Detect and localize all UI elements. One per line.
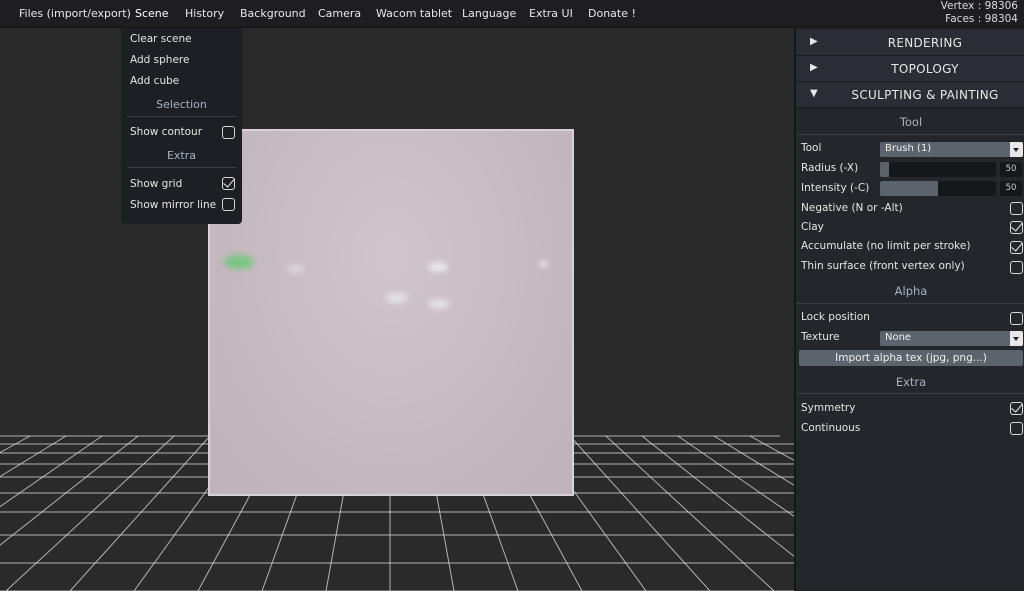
3d-viewport[interactable] — [0, 28, 794, 591]
menu-extra-ui[interactable]: Extra UI — [529, 0, 573, 27]
selection-header: Selection — [156, 98, 207, 111]
grid-line — [5, 435, 175, 591]
divider — [796, 303, 1024, 304]
grid-line — [641, 435, 794, 557]
expand-arrow-icon: ▶ — [810, 62, 818, 73]
grid-line — [677, 435, 794, 517]
symmetry-checkbox[interactable] — [1010, 402, 1023, 415]
texture-label: Texture — [801, 331, 840, 343]
extra-header: Extra — [166, 149, 197, 162]
lock-position-label: Lock position — [801, 311, 870, 323]
rendering-section-header[interactable]: ▶ RENDERING — [796, 30, 1024, 56]
negative-label: Negative (N or -Alt) — [801, 202, 903, 214]
tool-label: Tool — [801, 142, 822, 154]
menu-camera[interactable]: Camera — [318, 0, 361, 27]
topology-title: TOPOLOGY — [891, 62, 959, 76]
accumulate-checkbox[interactable] — [1010, 241, 1023, 254]
cube-surface — [210, 131, 572, 494]
grid-line — [605, 435, 775, 591]
menu-background[interactable]: Background — [240, 0, 306, 27]
paint-stroke-green — [224, 255, 254, 269]
intensity-label: Intensity (-C) — [801, 182, 870, 194]
menu-wacom-tablet[interactable]: Wacom tablet — [376, 0, 452, 27]
intensity-slider-fill — [880, 181, 938, 196]
alpha-header: Alpha — [894, 284, 928, 298]
menu-donate[interactable]: Donate ! — [588, 0, 636, 27]
vertex-count: Vertex : 98306 — [940, 0, 1018, 12]
sculpting-section-header[interactable]: ▼ SCULPTING & PAINTING — [796, 82, 1024, 108]
cube-mesh[interactable] — [208, 129, 574, 496]
radius-value[interactable]: 50 — [1000, 162, 1022, 177]
paint-highlight — [386, 293, 408, 303]
negative-checkbox[interactable] — [1010, 202, 1023, 215]
show-mirror-line-checkbox[interactable] — [222, 198, 235, 211]
symmetry-label: Symmetry — [801, 402, 856, 414]
paint-highlight — [428, 299, 450, 309]
thin-surface-checkbox[interactable] — [1010, 261, 1023, 274]
menu-files[interactable]: Files (import/export) — [19, 0, 131, 27]
show-grid-label: Show grid — [130, 178, 183, 190]
scene-dropdown-menu: Clear scene Add sphere Add cube Selectio… — [121, 28, 242, 224]
rendering-title: RENDERING — [887, 36, 963, 50]
grid-line — [0, 435, 67, 478]
divider — [127, 116, 236, 117]
tool-select[interactable]: Brush (1) — [880, 142, 1023, 157]
show-mirror-line-label: Show mirror line — [130, 199, 217, 211]
collapse-arrow-icon: ▼ — [810, 88, 818, 99]
menu-scene[interactable]: Scene — [135, 0, 169, 27]
paint-highlight — [286, 264, 304, 274]
sculpting-title: SCULPTING & PAINTING — [851, 88, 999, 102]
intensity-value[interactable]: 50 — [1000, 181, 1022, 196]
thin-surface-label: Thin surface (front vertex only) — [801, 260, 965, 272]
grid-line — [569, 435, 711, 591]
grid-line — [69, 435, 211, 591]
radius-slider[interactable] — [880, 162, 996, 177]
expand-arrow-icon: ▶ — [810, 36, 818, 47]
sculptgl-app: Files (import/export) Scene History Back… — [0, 0, 1024, 591]
texture-select-value: None — [885, 332, 912, 343]
topology-section-header[interactable]: ▶ TOPOLOGY — [796, 56, 1024, 82]
divider — [796, 393, 1024, 394]
intensity-slider[interactable] — [880, 181, 996, 196]
side-panel: ▶ RENDERING ▶ TOPOLOGY ▼ SCULPTING & PAI… — [794, 28, 1024, 591]
import-alpha-button[interactable]: Import alpha tex (jpg, png...) — [799, 350, 1023, 366]
show-contour-label: Show contour — [130, 126, 203, 138]
add-cube-item[interactable]: Add cube — [130, 75, 179, 87]
chevron-down-icon — [1010, 142, 1023, 157]
continuous-label: Continuous — [801, 422, 861, 434]
grid-line — [713, 435, 794, 486]
clay-checkbox[interactable] — [1010, 221, 1023, 234]
radius-slider-fill — [880, 162, 890, 177]
show-grid-checkbox[interactable] — [222, 177, 235, 190]
divider — [127, 167, 236, 168]
menu-language[interactable]: Language — [462, 0, 516, 27]
clay-label: Clay — [801, 221, 824, 233]
chevron-down-icon — [1010, 331, 1023, 346]
clear-scene-item[interactable]: Clear scene — [130, 33, 192, 45]
tool-select-value: Brush (1) — [885, 143, 932, 154]
mesh-stats: Vertex : 98306 Faces : 98304 — [941, 0, 1018, 26]
menu-history[interactable]: History — [185, 0, 224, 27]
lock-position-checkbox[interactable] — [1010, 312, 1023, 325]
show-contour-checkbox[interactable] — [222, 126, 235, 139]
accumulate-label: Accumulate (no limit per stroke) — [801, 240, 971, 252]
grid-line — [749, 435, 794, 461]
grid-line — [0, 435, 31, 454]
menu-bar: Files (import/export) Scene History Back… — [0, 0, 1024, 28]
continuous-checkbox[interactable] — [1010, 422, 1023, 435]
radius-label: Radius (-X) — [801, 162, 859, 174]
extra-header: Extra — [895, 375, 927, 389]
divider — [796, 134, 1024, 135]
tool-header: Tool — [899, 115, 923, 129]
add-sphere-item[interactable]: Add sphere — [130, 54, 189, 66]
face-count: Faces : 98304 — [945, 13, 1018, 25]
paint-highlight — [428, 262, 448, 272]
paint-highlight — [538, 260, 548, 268]
grid-line — [0, 435, 103, 508]
texture-select[interactable]: None — [880, 331, 1023, 346]
